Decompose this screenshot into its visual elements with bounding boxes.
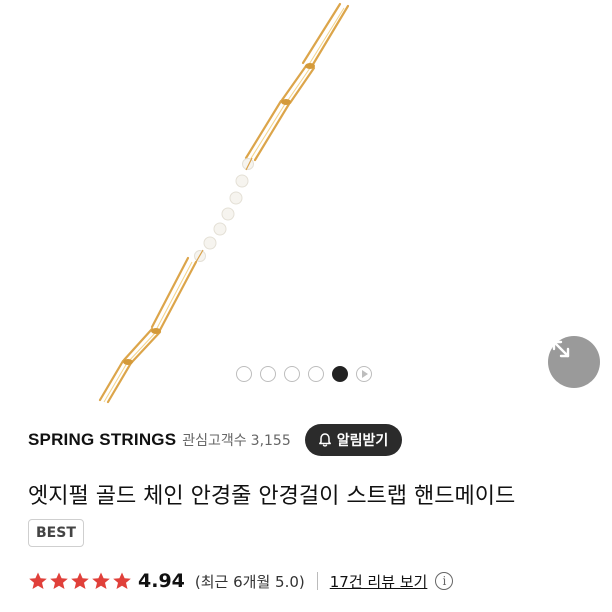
- expand-arrows-icon: [552, 340, 570, 358]
- gallery-dot[interactable]: [308, 366, 324, 382]
- gallery-dot[interactable]: [236, 366, 252, 382]
- gallery-dot-active[interactable]: [332, 366, 348, 382]
- rating-stars: [28, 571, 132, 591]
- brand-row: SPRING STRINGS 관심고객수 3,155 알림받기: [28, 422, 598, 458]
- info-icon[interactable]: i: [435, 572, 454, 590]
- followers-count: 관심고객수 3,155: [182, 430, 291, 450]
- rating-row: 4.94 (최근 6개월 5.0) 17건 리뷰 보기 i: [28, 566, 598, 596]
- star-icon: [113, 572, 131, 589]
- divider: [316, 572, 318, 590]
- brand-name[interactable]: SPRING STRINGS: [28, 430, 176, 450]
- rating-score: 4.94: [138, 570, 185, 592]
- followers-label: 관심고객수: [182, 433, 247, 449]
- gallery-dot-video[interactable]: [356, 366, 372, 382]
- gold-chain-pearl-image: [98, 2, 350, 404]
- recent-rating: (최근 6개월 5.0): [194, 572, 305, 591]
- reviews-link[interactable]: 17건 리뷰 보기: [330, 571, 428, 592]
- expand-image-button[interactable]: [548, 336, 600, 388]
- alert-button-label: 알림받기: [336, 433, 389, 449]
- followers-number: 3,155: [250, 433, 291, 449]
- best-badge: BEST: [28, 519, 84, 547]
- gallery-dot[interactable]: [284, 366, 300, 382]
- star-icon: [50, 572, 68, 589]
- product-title: 엣지펄 골드 체인 안경줄 안경걸이 스트랩 핸드메이드: [28, 484, 516, 509]
- star-icon: [29, 572, 47, 589]
- bell-icon: [318, 433, 331, 447]
- alert-subscribe-button[interactable]: 알림받기: [304, 424, 403, 456]
- gallery-pagination: [236, 366, 372, 382]
- product-image[interactable]: [0, 0, 612, 404]
- star-icon: [71, 572, 89, 589]
- star-icon: [92, 572, 110, 589]
- gallery-dot[interactable]: [260, 366, 276, 382]
